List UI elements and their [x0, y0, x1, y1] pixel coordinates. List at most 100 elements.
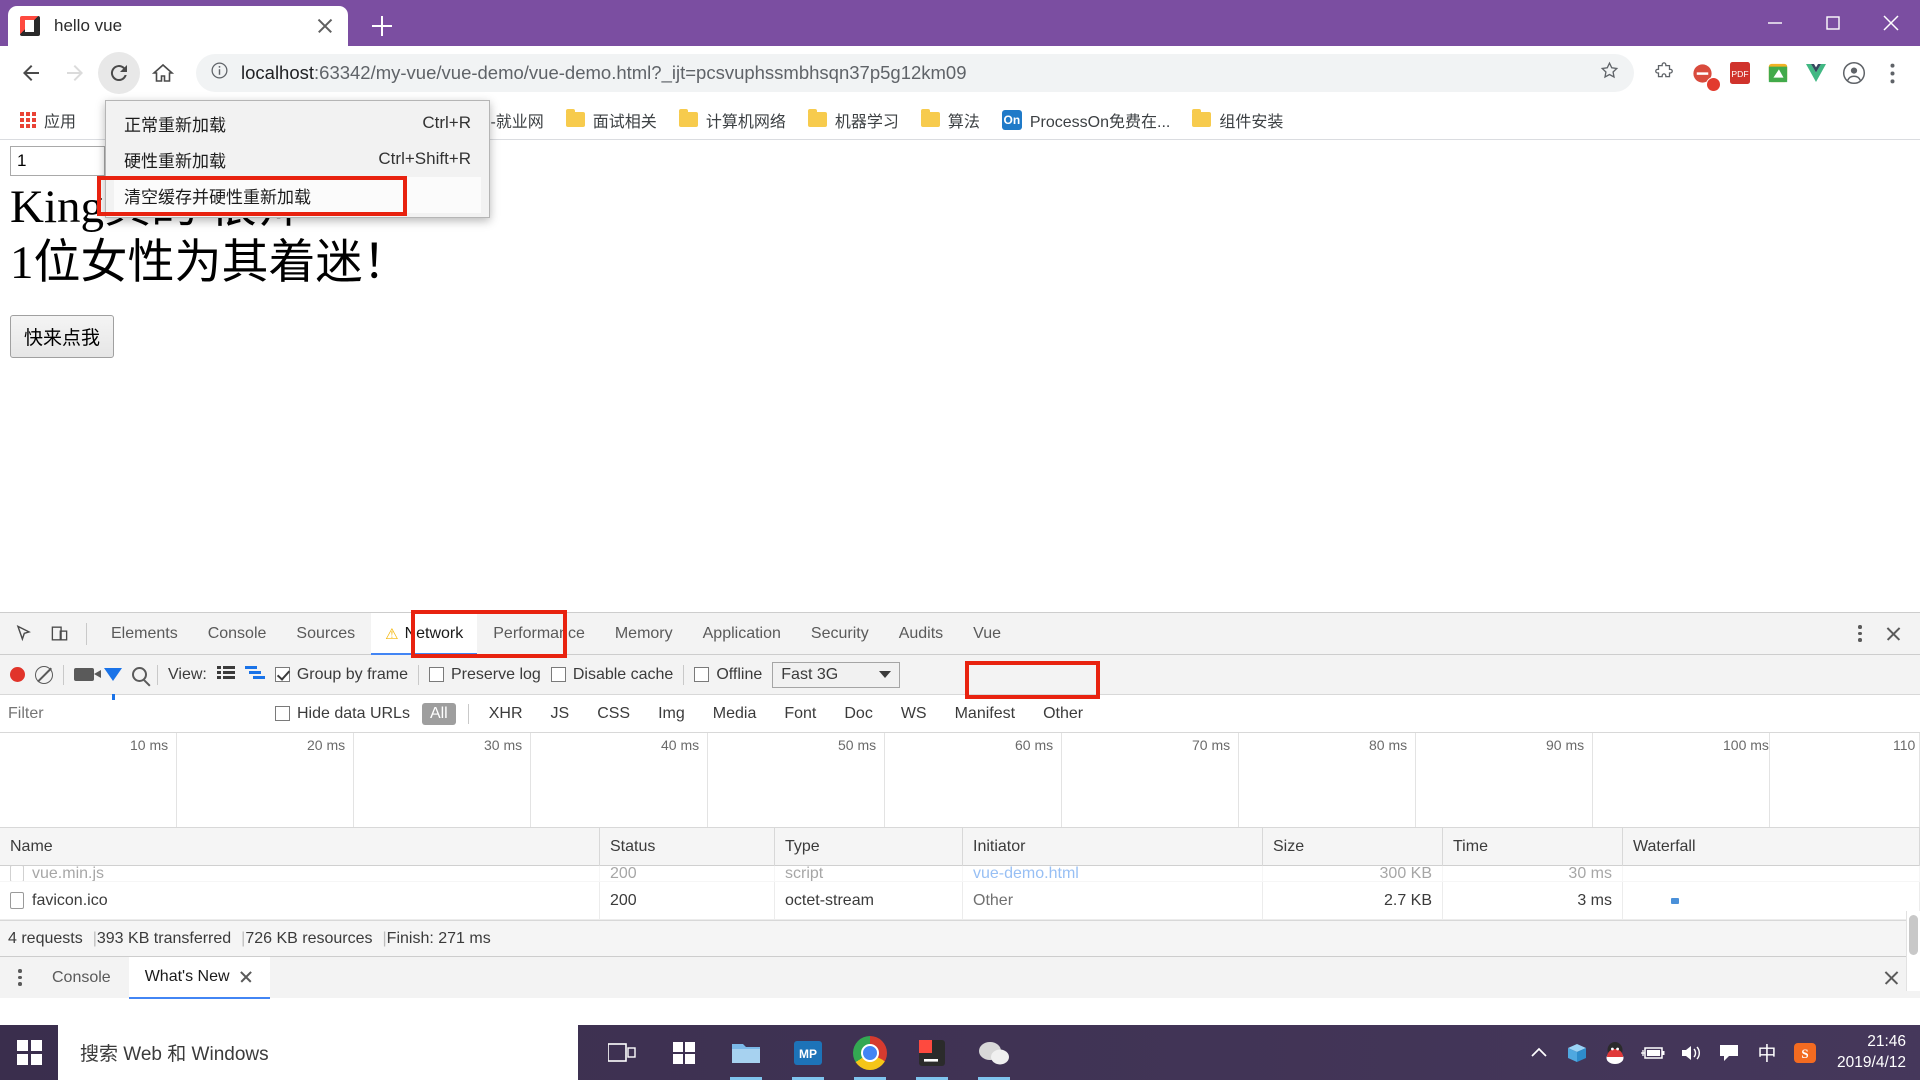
drawer-menu-icon[interactable] [6, 964, 34, 992]
new-tab-button[interactable] [362, 6, 402, 46]
start-button[interactable] [0, 1025, 58, 1080]
filter-input[interactable] [8, 704, 263, 723]
back-arrow-icon[interactable] [10, 52, 52, 94]
action-center-icon[interactable] [1717, 1044, 1741, 1062]
column-header-name[interactable]: Name [0, 827, 600, 866]
waterfall-view-icon[interactable] [244, 665, 265, 685]
screenshot-icon[interactable] [1760, 55, 1796, 91]
drawer-tab-whats-new[interactable]: What's New [128, 956, 270, 999]
wechat-icon[interactable] [966, 1025, 1022, 1080]
store-icon[interactable] [656, 1025, 712, 1080]
filter-type-xhr[interactable]: XHR [481, 703, 531, 725]
filter-type-other[interactable]: Other [1035, 703, 1091, 725]
jetbrains-icon[interactable] [904, 1025, 960, 1080]
inspect-element-icon[interactable] [6, 617, 40, 651]
filter-type-all[interactable]: All [421, 702, 456, 725]
chrome-icon[interactable] [842, 1025, 898, 1080]
disable-cache-checkbox[interactable]: Disable cache [550, 666, 673, 684]
funnel-icon[interactable] [104, 668, 122, 700]
vue-devtools-icon[interactable] [1798, 55, 1834, 91]
tab-performance[interactable]: Performance [479, 613, 599, 655]
filter-type-media[interactable]: Media [705, 703, 765, 725]
puzzle-icon[interactable] [1646, 55, 1682, 91]
tab-audits[interactable]: Audits [885, 613, 957, 655]
checkbox-icon[interactable] [694, 667, 710, 682]
checkbox-icon[interactable] [429, 667, 444, 682]
filter-type-js[interactable]: JS [543, 703, 578, 725]
clear-icon[interactable] [35, 665, 53, 684]
list-view-icon[interactable] [216, 665, 235, 685]
address-bar[interactable]: localhost:63342/my-vue/vue-demo/vue-demo… [196, 54, 1634, 92]
maximize-icon[interactable] [1804, 0, 1862, 46]
close-devtools-icon[interactable] [1878, 619, 1908, 649]
network-timeline-overview[interactable]: 10 ms 20 ms 30 ms 40 ms 50 ms 60 ms 70 m… [0, 733, 1920, 828]
tab-elements[interactable]: Elements [97, 613, 192, 655]
network-throttling-dropdown[interactable]: Fast 3G [772, 661, 901, 688]
table-scrollbar[interactable] [1906, 911, 1920, 991]
qq-icon[interactable] [1603, 1041, 1627, 1065]
star-icon[interactable] [1589, 60, 1620, 86]
hide-data-urls-checkbox[interactable]: Hide data URLs [275, 705, 410, 723]
checkbox-icon[interactable] [275, 706, 290, 721]
bookmark-apps[interactable]: 应用 [12, 104, 84, 136]
camera-icon[interactable] [74, 668, 101, 681]
filter-type-doc[interactable]: Doc [836, 703, 880, 725]
table-row[interactable]: vue.min.js 200 script vue-demo.html 300 … [0, 866, 1920, 882]
tab-application[interactable]: Application [689, 613, 795, 655]
reload-icon[interactable] [98, 52, 140, 94]
filter-type-font[interactable]: Font [776, 703, 824, 725]
close-drawer-icon[interactable] [1876, 963, 1906, 993]
profile-avatar-icon[interactable] [1836, 55, 1872, 91]
tab-vue[interactable]: Vue [959, 613, 1015, 655]
bookmark-interview[interactable]: 面试相关 [558, 104, 665, 136]
forward-arrow-icon[interactable] [54, 52, 96, 94]
three-dot-menu-icon[interactable] [1874, 55, 1910, 91]
filter-type-css[interactable]: CSS [589, 703, 638, 725]
menu-item-empty-cache-hard-reload[interactable]: 清空缓存并硬性重新加载 [114, 177, 481, 213]
tab-security[interactable]: Security [797, 613, 883, 655]
drawer-tab-console[interactable]: Console [36, 957, 127, 999]
click-me-button[interactable]: 快来点我 [10, 314, 115, 358]
battery-icon[interactable] [1641, 1046, 1665, 1060]
filter-type-img[interactable]: Img [650, 703, 693, 725]
column-header-size[interactable]: Size [1263, 827, 1443, 866]
column-header-initiator[interactable]: Initiator [963, 827, 1263, 866]
device-toolbar-icon[interactable] [42, 617, 76, 651]
record-icon[interactable] [10, 667, 25, 682]
close-window-icon[interactable] [1862, 0, 1920, 46]
checkbox-icon[interactable] [550, 667, 566, 682]
menu-item-hard-reload[interactable]: 硬性重新加载 Ctrl+Shift+R [106, 141, 489, 177]
column-header-type[interactable]: Type [775, 827, 963, 866]
tab-console[interactable]: Console [194, 613, 281, 655]
checkbox-icon[interactable] [274, 667, 290, 682]
tab-sources[interactable]: Sources [282, 613, 369, 655]
bookmark-components[interactable]: 组件安装 [1184, 104, 1291, 136]
filter-type-manifest[interactable]: Manifest [947, 703, 1023, 725]
bookmark-processon[interactable]: On ProcessOn免费在... [994, 104, 1178, 136]
taskbar-clock[interactable]: 21:46 2019/4/12 [1831, 1032, 1906, 1074]
home-icon[interactable] [142, 52, 184, 94]
table-row[interactable]: favicon.ico 200 octet-stream Other 2.7 K… [0, 881, 1920, 920]
close-tab-icon[interactable] [314, 15, 336, 37]
bookmark-ml[interactable]: 机器学习 [800, 104, 907, 136]
minimize-icon[interactable] [1746, 0, 1804, 46]
bookmark-network[interactable]: 计算机网络 [671, 104, 794, 136]
taskbar-search-box[interactable]: 搜索 Web 和 Windows [58, 1025, 578, 1080]
tab-network[interactable]: ⚠ Network [371, 612, 478, 655]
tab-memory[interactable]: Memory [601, 613, 687, 655]
volume-icon[interactable] [1679, 1044, 1703, 1062]
preserve-log-checkbox[interactable]: Preserve log [429, 666, 541, 684]
close-icon[interactable] [238, 969, 254, 985]
bookmark-algo[interactable]: 算法 [913, 104, 988, 136]
ime-chinese-icon[interactable]: 中 [1755, 1039, 1779, 1066]
browser-tab[interactable]: hello vue [8, 6, 348, 46]
search-icon[interactable] [132, 667, 147, 682]
sogou-icon[interactable]: S [1793, 1042, 1817, 1064]
show-hidden-icons-icon[interactable] [1527, 1047, 1551, 1059]
offline-checkbox[interactable]: Offline [694, 666, 762, 684]
menu-item-normal-reload[interactable]: 正常重新加载 Ctrl+R [106, 105, 489, 141]
mp-icon[interactable]: MP [780, 1025, 836, 1080]
pdf-icon[interactable]: PDF [1722, 55, 1758, 91]
adblock-icon[interactable] [1684, 55, 1721, 92]
scrollbar-thumb[interactable] [1909, 915, 1918, 955]
